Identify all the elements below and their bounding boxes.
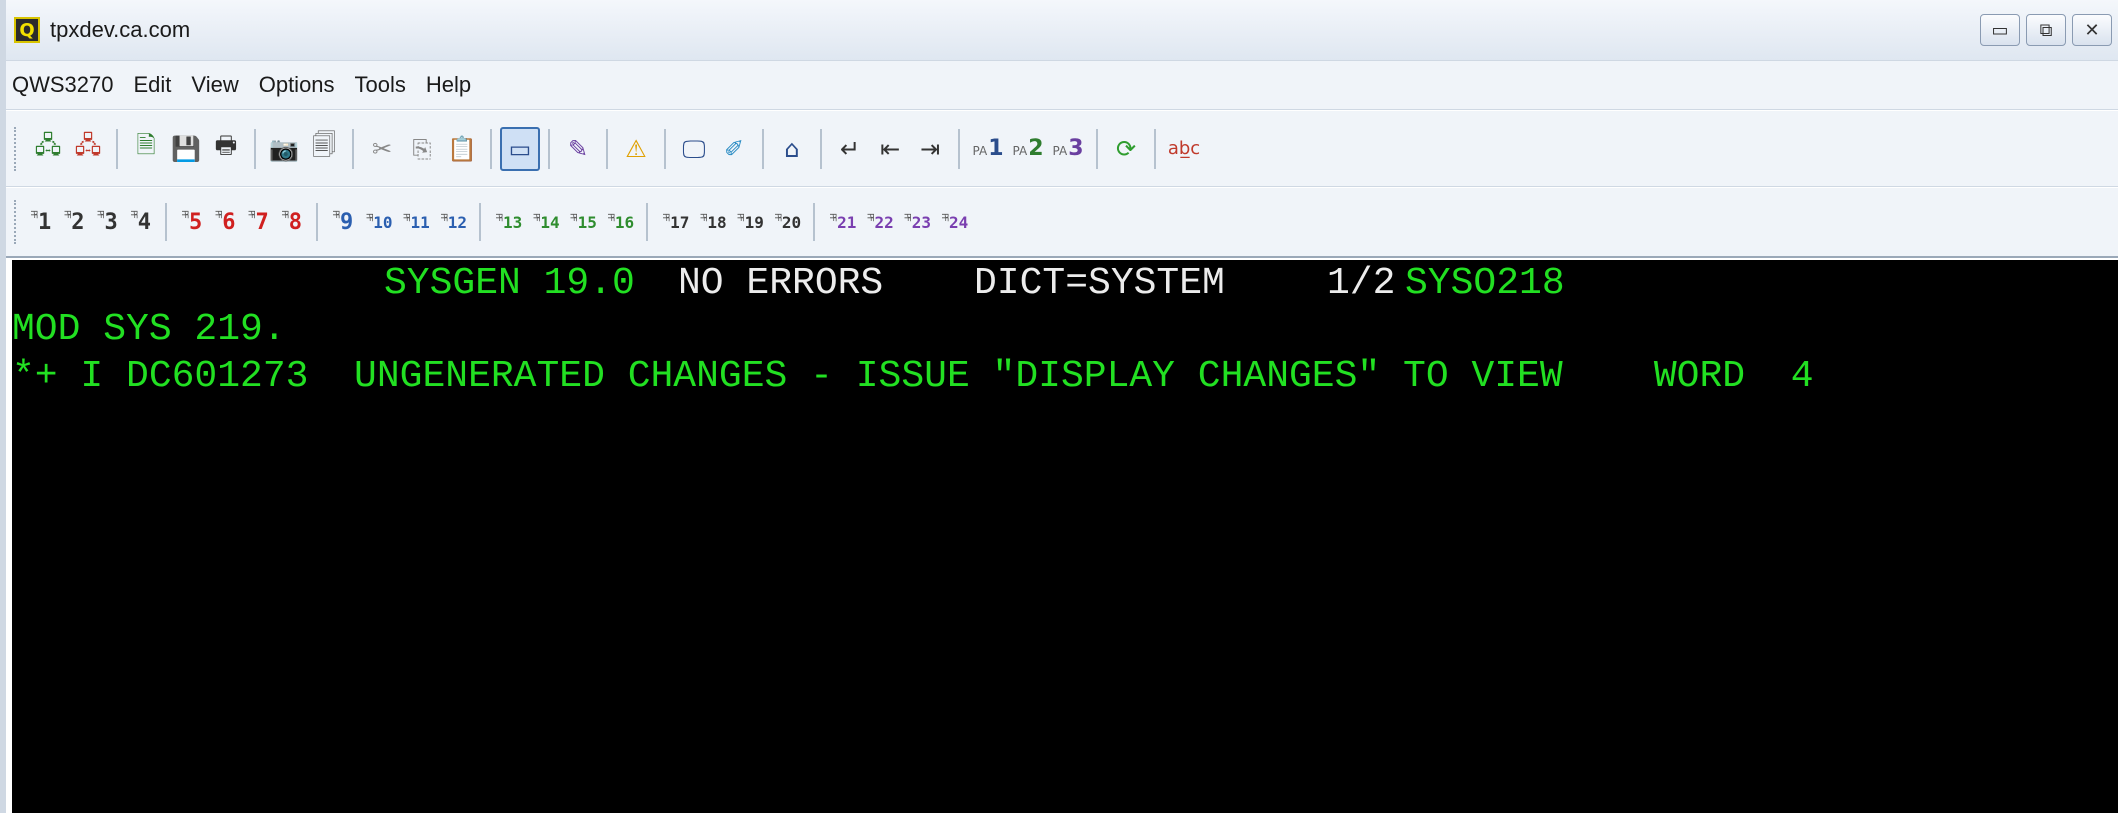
- toolbar-separator: [606, 128, 608, 169]
- disconnect-icon[interactable]: 🖧: [68, 127, 108, 171]
- product-version: SYSGEN 19.0: [384, 262, 635, 305]
- copy-icon[interactable]: ⎘: [402, 127, 442, 171]
- enter-icon[interactable]: ↵: [830, 127, 870, 171]
- menu-tools[interactable]: Tools: [345, 72, 416, 98]
- pf13-button[interactable]: PF 13: [493, 213, 522, 232]
- toolbar-separator: [479, 203, 482, 241]
- title-bar[interactable]: Q tpxdev.ca.com ▭ ⧉ ✕: [6, 0, 2118, 60]
- terminal-screen[interactable]: SYSGEN 19.0 NO ERRORS DICT=SYSTEM 1/2 SY…: [12, 260, 2118, 813]
- page-indicator: 1/2: [1327, 262, 1396, 305]
- pf10-button[interactable]: PF 10: [363, 213, 392, 232]
- pf16-button[interactable]: PF 16: [605, 213, 634, 232]
- pf24-button[interactable]: PF 24: [939, 213, 968, 232]
- panel-id: SYSO218: [1405, 262, 1565, 305]
- pf22-button[interactable]: PF 22: [864, 213, 893, 232]
- pf1-button[interactable]: PF 1: [28, 210, 51, 235]
- menu-options[interactable]: Options: [249, 72, 345, 98]
- home-icon[interactable]: ⌂: [772, 127, 812, 171]
- spellcheck-icon[interactable]: ab̲c: [1164, 127, 1204, 171]
- pf21-button[interactable]: PF 21: [827, 213, 856, 232]
- pf2-button[interactable]: PF 2: [61, 210, 84, 235]
- app-icon[interactable]: Q: [14, 17, 40, 43]
- pf15-button[interactable]: PF 15: [568, 213, 597, 232]
- pa2-icon[interactable]: PA2: [1008, 127, 1048, 171]
- tab-icon[interactable]: ⇥: [910, 127, 950, 171]
- menu-edit[interactable]: Edit: [124, 72, 182, 98]
- menu-view[interactable]: View: [181, 72, 248, 98]
- edit-icon[interactable]: ✎: [558, 127, 598, 171]
- camera-icon[interactable]: 📷: [264, 127, 304, 171]
- restore-icon[interactable]: ⧉: [2026, 14, 2066, 46]
- command-line: MOD SYS 219.: [12, 308, 286, 351]
- toolbar-separator: [664, 128, 666, 169]
- message-line: *+ I DC601273 UNGENERATED CHANGES - ISSU…: [12, 355, 1814, 398]
- pf9-button[interactable]: PF 9: [330, 210, 353, 235]
- pf7-button[interactable]: PF 7: [246, 210, 269, 235]
- pf5-button[interactable]: PF 5: [179, 210, 202, 235]
- pf-key-toolbar: PF 1 PF 2 PF 3 PF 4 PF 5 PF 6 PF 7 PF 8 PF 9 PF 10 PF 11 PF 12 P…: [6, 188, 2118, 258]
- pf19-button[interactable]: PF 19: [735, 213, 764, 232]
- cut-icon[interactable]: ✂: [362, 127, 402, 171]
- window-controls: ▭ ⧉ ✕: [1980, 14, 2112, 46]
- toolbar-separator: [1154, 128, 1156, 169]
- dictionary-name: DICT=SYSTEM: [974, 262, 1225, 305]
- toolbar-separator: [646, 203, 649, 241]
- toolbar-grip[interactable]: [14, 126, 20, 171]
- screen-capture-icon[interactable]: 🗐: [304, 127, 344, 171]
- toolbar-separator: [254, 128, 256, 169]
- pf14-button[interactable]: PF 14: [530, 213, 559, 232]
- keypad-icon[interactable]: ▭: [500, 126, 540, 171]
- pf3-button[interactable]: PF 3: [95, 210, 118, 235]
- toolbar-separator: [762, 128, 764, 169]
- toolbar-separator: [316, 203, 318, 241]
- save-session-icon[interactable]: 💾: [166, 127, 206, 171]
- pa1-icon[interactable]: PA1: [968, 127, 1008, 171]
- pf11-button[interactable]: PF 11: [401, 213, 430, 232]
- warning-icon[interactable]: ⚠: [616, 127, 656, 171]
- error-status: NO ERRORS: [678, 262, 884, 305]
- paste-icon[interactable]: 📋: [442, 127, 482, 171]
- pa3-icon[interactable]: PA3: [1048, 127, 1088, 171]
- pf23-button[interactable]: PF 23: [902, 213, 931, 232]
- toolbar-separator: [813, 203, 816, 241]
- toolbar-separator: [352, 128, 354, 169]
- menu-qws3270[interactable]: QWS3270: [6, 72, 124, 98]
- minimize-icon[interactable]: ▭: [1980, 14, 2020, 46]
- toolbar-separator: [548, 128, 550, 169]
- toolbar-separator: [165, 203, 167, 241]
- toolbar-separator: [1096, 128, 1098, 169]
- display-icon[interactable]: 🖵: [674, 127, 714, 171]
- pf20-button[interactable]: PF 20: [772, 213, 801, 232]
- backtab-icon[interactable]: ⇤: [870, 127, 910, 171]
- toolbar-separator: [958, 128, 960, 169]
- print-icon[interactable]: 🖶: [206, 127, 246, 171]
- connect-icon[interactable]: 🖧: [28, 127, 68, 171]
- pf4-button[interactable]: PF 4: [128, 210, 151, 235]
- terminal-emulator-window: Q tpxdev.ca.com ▭ ⧉ ✕ QWS3270 Edit View Opt…: [0, 0, 2118, 813]
- new-session-icon[interactable]: 🗎: [126, 127, 166, 171]
- toolbar-grip[interactable]: [14, 200, 20, 244]
- pf12-button[interactable]: PF 12: [438, 213, 467, 232]
- toolbar-separator: [490, 128, 492, 169]
- pf18-button[interactable]: PF 18: [697, 213, 726, 232]
- menu-help[interactable]: Help: [416, 72, 481, 98]
- toolbar-separator: [820, 128, 822, 169]
- refresh-icon[interactable]: ⟳: [1106, 127, 1146, 171]
- main-toolbar: 🖧 🖧 🗎 💾 🖶 📷 🗐 ✂ ⎘ 📋 ▭ ✎ ⚠ 🖵 ✐ ⌂ ↵ ⇤ ⇥ PA1 PA2 PA3 ⟳ ab̲c: [6, 111, 2118, 187]
- pf8-button[interactable]: PF 8: [279, 210, 302, 235]
- pin-icon[interactable]: ✐: [714, 127, 754, 171]
- pf6-button[interactable]: PF 6: [212, 210, 235, 235]
- close-icon[interactable]: ✕: [2072, 14, 2112, 46]
- window-title: tpxdev.ca.com: [50, 17, 191, 42]
- pf17-button[interactable]: PF 17: [660, 213, 689, 232]
- menu-bar: QWS3270 Edit View Options Tools Help: [6, 60, 2118, 110]
- toolbar-separator: [116, 128, 118, 169]
